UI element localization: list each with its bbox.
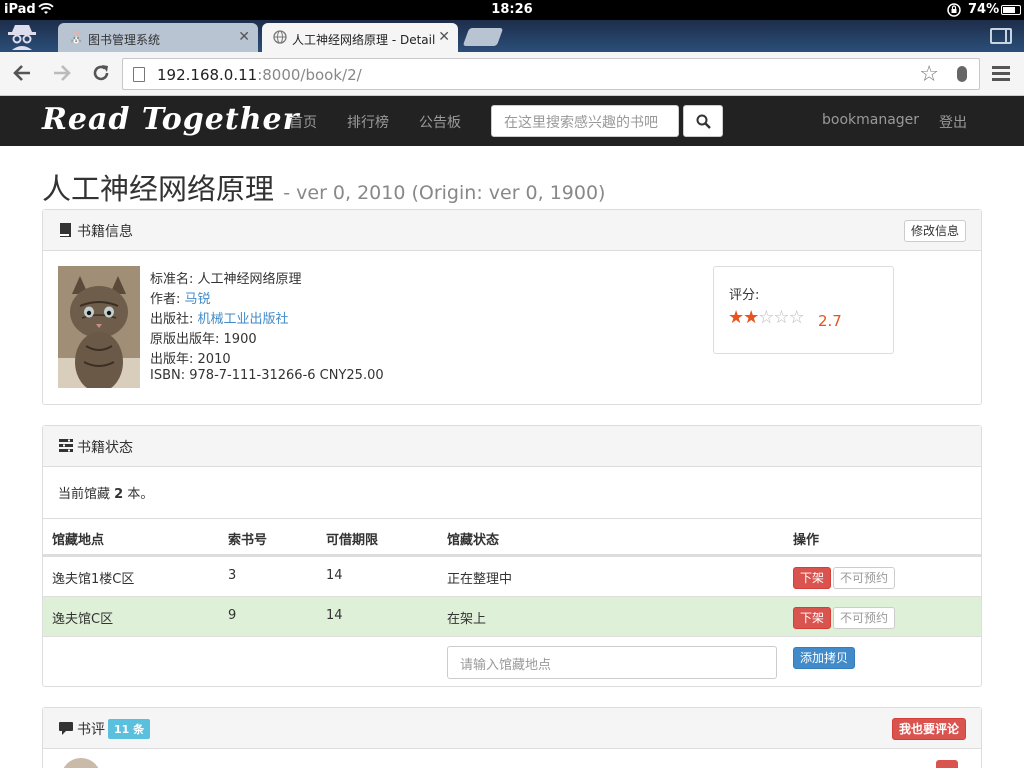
table-row: 逸夫馆C区 9 14 在架上 下架 不可预约 bbox=[43, 596, 981, 636]
reserve-button: 不可预约 bbox=[833, 567, 896, 589]
cell-call-no: 9 bbox=[228, 608, 237, 623]
nav-logout[interactable]: 登出 bbox=[939, 112, 967, 132]
battery-icon bbox=[1001, 5, 1021, 15]
battery-percent: 74% bbox=[968, 2, 1000, 17]
menu-icon[interactable] bbox=[992, 66, 1010, 82]
ios-status-bar: iPad 18:26 74% bbox=[0, 0, 1024, 20]
col-action: 操作 bbox=[793, 533, 820, 548]
avatar bbox=[61, 758, 101, 768]
book-title-text: 人工神经网络原理 bbox=[42, 172, 275, 206]
star-icon: ☆ bbox=[758, 307, 774, 328]
search-icon bbox=[696, 114, 711, 129]
microphone-icon[interactable] bbox=[957, 66, 967, 82]
panel-title: 书籍信息 bbox=[77, 224, 133, 240]
incognito-icon bbox=[4, 22, 40, 50]
tab-library-system[interactable]: 🐰 图书管理系统 ✕ bbox=[58, 23, 258, 52]
cell-location: 逸夫馆C区 bbox=[52, 612, 114, 627]
close-tab-icon[interactable]: ✕ bbox=[438, 29, 450, 45]
page-title: 人工神经网络原理 - ver 0, 2010 (Origin: ver 0, 1… bbox=[42, 166, 605, 208]
tab-switcher-icon[interactable] bbox=[990, 28, 1012, 44]
back-arrow-icon[interactable] bbox=[10, 62, 34, 86]
new-tab-button[interactable] bbox=[462, 28, 504, 46]
rabbit-favicon-icon: 🐰 bbox=[68, 30, 85, 45]
nav-home[interactable]: 首页 bbox=[289, 112, 317, 132]
nav-ranking[interactable]: 排行榜 bbox=[347, 112, 389, 132]
cell-status: 在架上 bbox=[447, 612, 487, 627]
reserve-button: 不可预约 bbox=[833, 607, 896, 629]
tab-title: 人工神经网络原理 - Detail bbox=[292, 33, 436, 47]
cell-location: 逸夫馆1楼C区 bbox=[52, 572, 135, 587]
book-cover-image bbox=[58, 266, 140, 388]
publisher-link[interactable]: 机械工业出版社 bbox=[198, 312, 289, 327]
panel-title: 书评 bbox=[77, 722, 105, 738]
info-year: 出版年: 2010 bbox=[150, 352, 231, 367]
browser-toolbar: 192.168.0.11:8000/book/2/ ☆ bbox=[0, 52, 1024, 96]
location-input[interactable]: 请输入馆藏地点 bbox=[447, 646, 777, 679]
search-input[interactable]: 在这里搜索感兴趣的书吧 bbox=[491, 105, 679, 137]
reload-icon[interactable] bbox=[89, 62, 113, 86]
write-review-button[interactable]: 我也要评论 bbox=[891, 718, 966, 740]
panel-title: 书籍状态 bbox=[77, 440, 133, 456]
tab-title: 图书管理系统 bbox=[88, 33, 161, 47]
tasks-icon bbox=[59, 439, 73, 456]
search-button[interactable] bbox=[683, 105, 723, 137]
page-icon bbox=[133, 67, 145, 82]
star-icon: ☆ bbox=[788, 307, 805, 328]
clock: 18:26 bbox=[491, 2, 533, 17]
cell-period: 14 bbox=[326, 608, 343, 623]
tab-book-detail[interactable]: 人工神经网络原理 - Detail ✕ bbox=[262, 23, 458, 52]
edit-info-button[interactable]: 修改信息 bbox=[903, 220, 966, 242]
info-orig-year: 原版出版年: 1900 bbox=[150, 332, 257, 347]
panel-heading: 书籍信息 修改信息 bbox=[43, 210, 981, 251]
globe-favicon-icon bbox=[272, 30, 288, 46]
rating-label: 评分: bbox=[729, 288, 760, 303]
rating-box: 评分: ★★☆☆☆ 2.7 bbox=[713, 266, 894, 354]
reviews-panel: 书评 11 条 我也要评论 bbox=[42, 707, 982, 768]
browser-tab-strip: 🐰 图书管理系统 ✕ 人工神经网络原理 - Detail ✕ bbox=[0, 20, 1024, 52]
close-tab-icon[interactable]: ✕ bbox=[238, 29, 250, 45]
rotation-lock-icon bbox=[946, 1, 962, 21]
bookmark-star-icon[interactable]: ☆ bbox=[919, 62, 939, 87]
delete-review-button[interactable] bbox=[936, 760, 958, 768]
url-text: 192.168.0.11:8000/book/2/ bbox=[157, 66, 362, 84]
col-status: 馆藏状态 bbox=[447, 533, 500, 548]
nav-user[interactable]: bookmanager bbox=[822, 112, 919, 128]
info-isbn: ISBN: 978-7-111-31266-6 CNY25.00 bbox=[150, 368, 384, 383]
book-icon bbox=[59, 223, 72, 241]
author-link[interactable]: 马锐 bbox=[185, 292, 211, 307]
table-header: 馆藏地点 索书号 可借期限 馆藏状态 操作 bbox=[43, 518, 981, 556]
book-status-panel: 书籍状态 当前馆藏 2 本。 馆藏地点 索书号 可借期限 馆藏状态 操作 逸夫馆… bbox=[42, 425, 982, 687]
cell-call-no: 3 bbox=[228, 568, 237, 583]
rating-score: 2.7 bbox=[818, 312, 842, 330]
site-navbar: Read Together 首页 排行榜 公告板 在这里搜索感兴趣的书吧 boo… bbox=[0, 96, 1024, 146]
rating-stars: ★★☆☆☆ bbox=[728, 307, 805, 328]
cell-period: 14 bbox=[326, 568, 343, 583]
col-location: 馆藏地点 bbox=[52, 533, 105, 548]
info-std-name: 标准名: 人工神经网络原理 bbox=[150, 272, 302, 287]
cell-status: 正在整理中 bbox=[447, 572, 513, 587]
review-count-badge: 11 条 bbox=[108, 719, 151, 739]
star-icon: ☆ bbox=[773, 307, 789, 328]
address-bar[interactable]: 192.168.0.11:8000/book/2/ ☆ bbox=[122, 58, 980, 90]
info-publisher: 出版社: 机械工业出版社 bbox=[150, 312, 289, 327]
forward-arrow-icon[interactable] bbox=[50, 62, 74, 86]
table-row: 逸夫馆1楼C区 3 14 正在整理中 下架 不可预约 bbox=[43, 556, 981, 596]
remove-from-shelf-button[interactable]: 下架 bbox=[793, 607, 832, 629]
site-logo[interactable]: Read Together bbox=[42, 102, 299, 137]
panel-heading: 书籍状态 bbox=[43, 426, 981, 467]
book-version: - ver 0, 2010 (Origin: ver 0, 1900) bbox=[283, 182, 606, 204]
panel-heading: 书评 11 条 我也要评论 bbox=[43, 708, 981, 749]
col-period: 可借期限 bbox=[326, 533, 379, 548]
nav-bulletin[interactable]: 公告板 bbox=[419, 112, 461, 132]
star-icon: ★ bbox=[743, 307, 759, 328]
holding-count-text: 当前馆藏 2 本。 bbox=[58, 487, 154, 502]
book-info-panel: 书籍信息 修改信息 标准名: 人工神经网络原理 作者: 马锐 出版社: 机械工业… bbox=[42, 209, 982, 405]
add-copy-row: 请输入馆藏地点 添加拷贝 bbox=[43, 636, 981, 687]
remove-from-shelf-button[interactable]: 下架 bbox=[793, 567, 832, 589]
star-icon: ★ bbox=[728, 307, 744, 328]
comment-icon bbox=[59, 721, 73, 739]
info-author: 作者: 马锐 bbox=[150, 292, 211, 307]
add-copy-button[interactable]: 添加拷贝 bbox=[793, 647, 856, 669]
col-call-no: 索书号 bbox=[228, 533, 268, 548]
